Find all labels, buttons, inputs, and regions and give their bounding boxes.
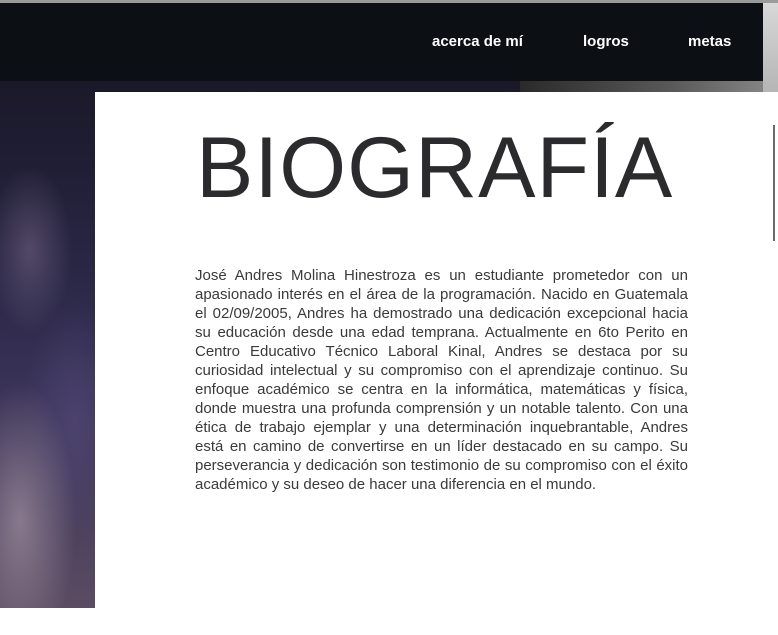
nav-link-metas[interactable]: metas <box>688 33 731 50</box>
page: acerca de mí logros metas BIOGRAFÍA José… <box>0 0 778 635</box>
nav-link-logros[interactable]: logros <box>583 33 629 50</box>
page-title: BIOGRAFÍA <box>196 120 674 216</box>
biography-text: José Andres Molina Hinestroza es un estu… <box>195 267 688 493</box>
scrollbar-thumb[interactable] <box>773 125 775 241</box>
window-edge <box>763 3 778 92</box>
nav-link-acerca-de-mi[interactable]: acerca de mí <box>432 33 523 50</box>
navbar: acerca de mí logros metas <box>0 3 763 81</box>
page-bottom <box>0 608 778 635</box>
nav-shadow <box>520 80 778 92</box>
